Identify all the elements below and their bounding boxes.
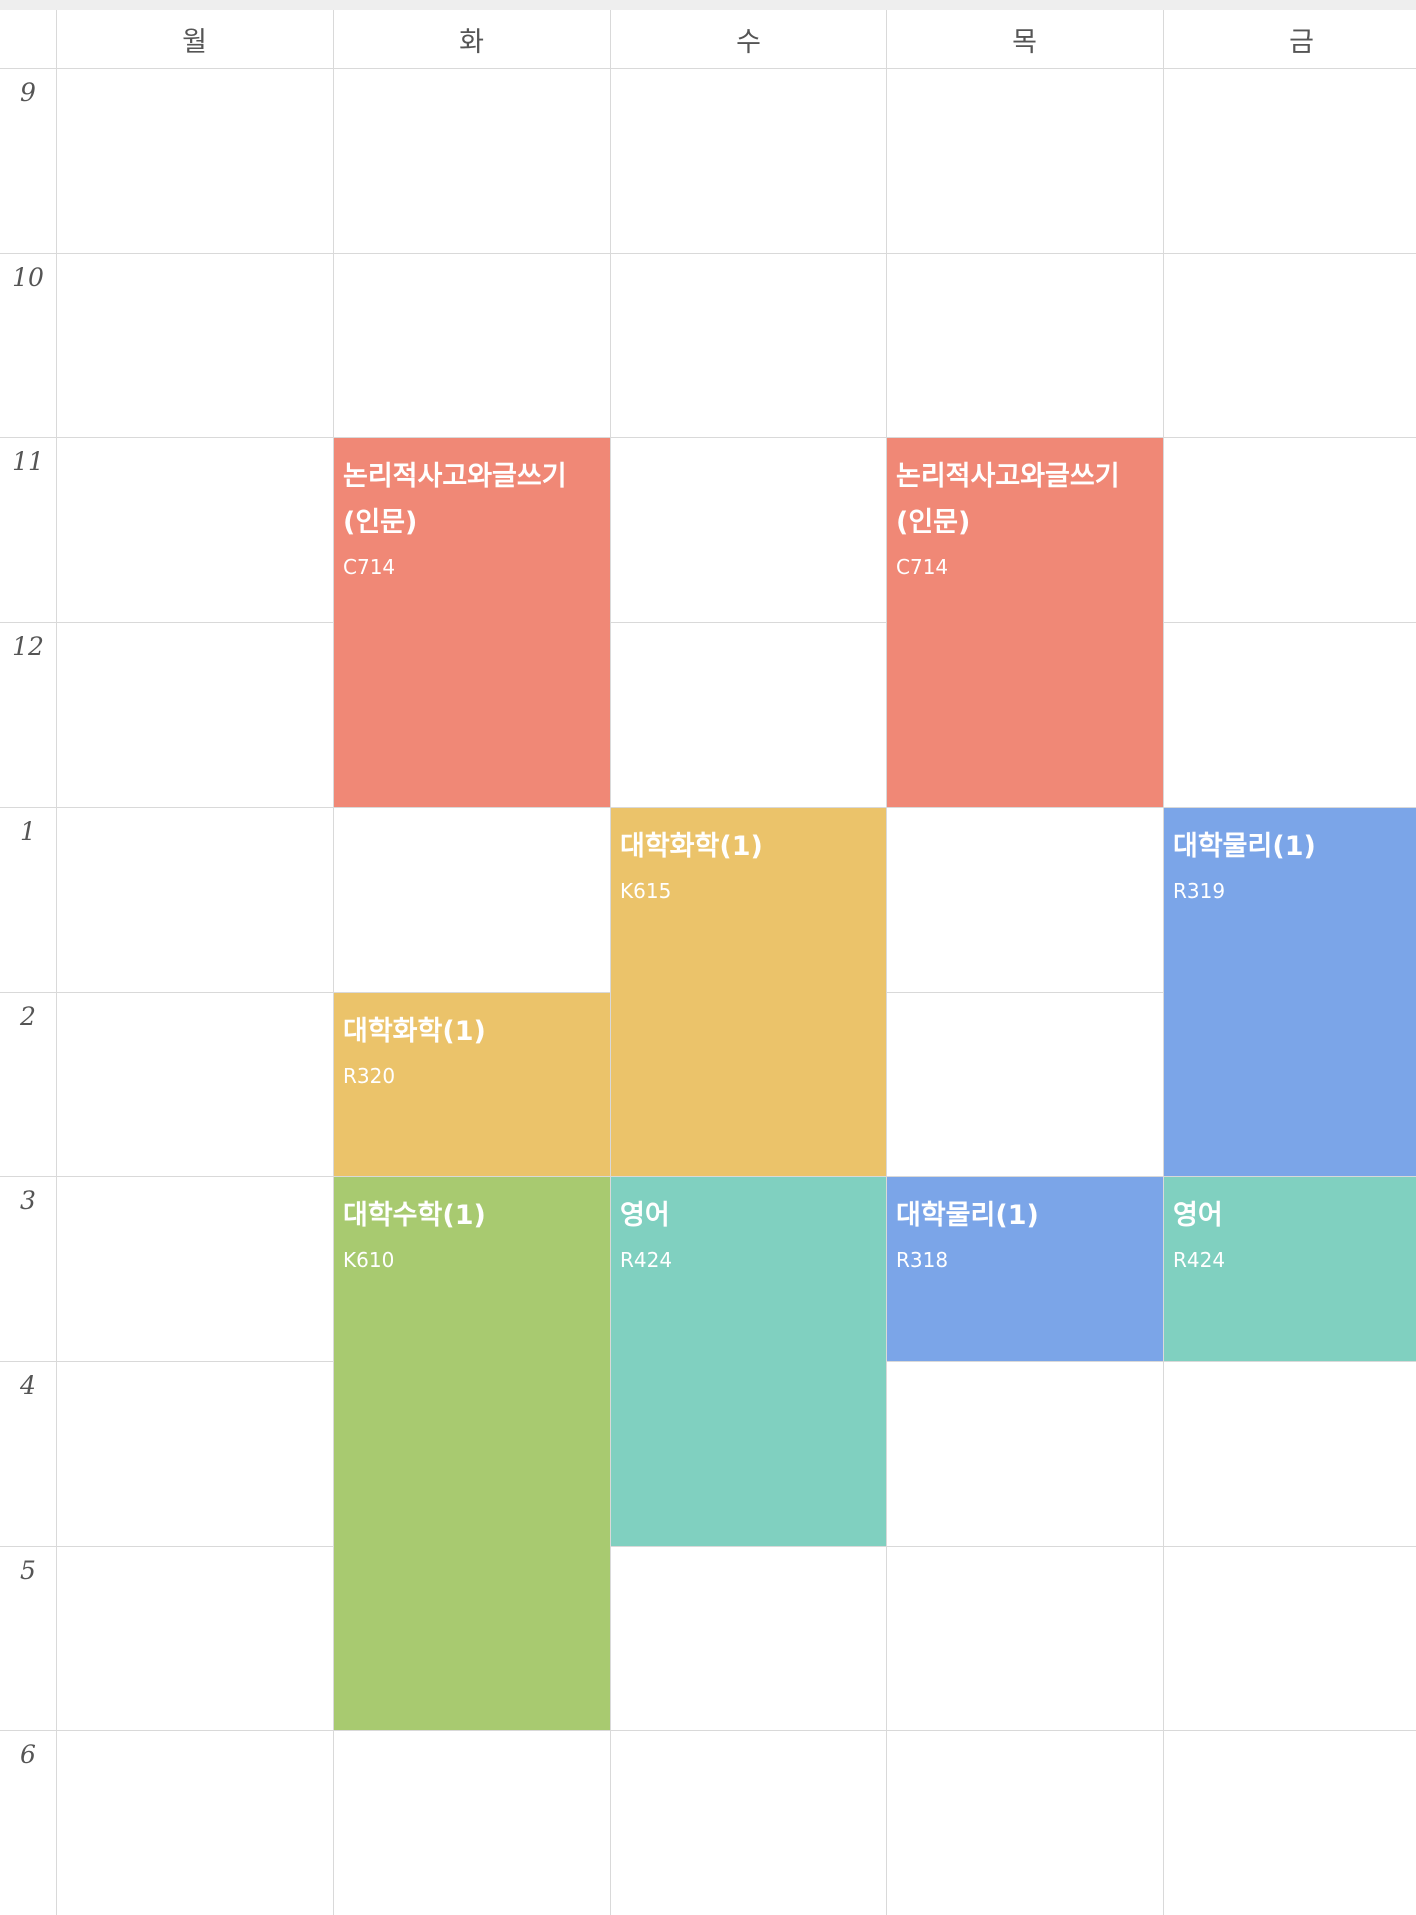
hour-label: 11 — [12, 447, 44, 476]
course-room: K615 — [620, 879, 672, 903]
course-room: K610 — [343, 1248, 395, 1272]
course-title: 대학물리(1) — [896, 1200, 1039, 1231]
course-room: R318 — [896, 1248, 949, 1272]
course-block[interactable]: 논리적사고와글쓰기 (인문) C714 — [887, 438, 1163, 807]
grid-horizontal-line — [0, 1730, 1416, 1731]
hour-label: 10 — [12, 263, 44, 292]
course-room: C714 — [343, 555, 396, 579]
hour-label: 3 — [20, 1186, 36, 1215]
course-block[interactable]: 대학화학(1) R320 — [334, 993, 610, 1176]
course-block[interactable]: 논리적사고와글쓰기 (인문) C714 — [334, 438, 610, 807]
day-header: 화 — [459, 26, 484, 58]
grid-horizontal-line — [0, 1546, 1416, 1547]
course-title: 대학물리(1) — [1173, 831, 1316, 862]
timetable: 월화수목금 9 10 11 12 1 2 3 4 5 6 논리적사고와글쓰기 (인문) C714 논리… — [0, 0, 1416, 1915]
grid-vertical-line — [56, 10, 57, 1915]
course-block[interactable]: 영어 R424 — [1164, 1177, 1416, 1361]
hour-label: 1 — [20, 817, 36, 846]
grid-horizontal-line — [0, 622, 1416, 623]
course-title: 논리적사고와글쓰기 (인문) — [343, 461, 567, 538]
course-block[interactable]: 대학화학(1) K615 — [611, 808, 886, 1176]
course-room: R319 — [1173, 879, 1226, 903]
course-room: R424 — [1173, 1248, 1226, 1272]
course-title: 논리적사고와글쓰기 (인문) — [896, 461, 1120, 538]
hour-label: 5 — [20, 1556, 36, 1585]
grid-horizontal-line — [0, 68, 1416, 69]
course-block[interactable]: 대학물리(1) R318 — [887, 1177, 1163, 1361]
grid-vertical-line — [886, 10, 887, 1915]
course-title: 대학화학(1) — [620, 831, 763, 862]
course-block[interactable]: 영어 R424 — [611, 1177, 886, 1546]
course-room: C714 — [896, 555, 949, 579]
grid-horizontal-line — [0, 253, 1416, 254]
hour-label: 4 — [20, 1371, 36, 1400]
day-header: 월 — [182, 26, 207, 58]
day-header: 금 — [1289, 26, 1314, 58]
hour-label: 9 — [20, 78, 36, 107]
course-room: R424 — [620, 1248, 673, 1272]
course-title: 영어 — [620, 1200, 670, 1231]
course-block[interactable]: 대학수학(1) K610 — [334, 1177, 610, 1730]
top-bar — [0, 0, 1416, 10]
hour-label: 6 — [20, 1740, 36, 1769]
course-title: 대학화학(1) — [343, 1016, 486, 1047]
grid-horizontal-line — [0, 437, 1416, 438]
course-title: 영어 — [1173, 1200, 1223, 1231]
course-title: 대학수학(1) — [343, 1200, 486, 1231]
hour-label: 12 — [12, 632, 44, 661]
day-header: 목 — [1012, 26, 1037, 58]
day-header: 수 — [736, 26, 761, 58]
course-block[interactable]: 대학물리(1) R319 — [1164, 808, 1416, 1176]
course-room: R320 — [343, 1064, 396, 1088]
hour-label: 2 — [20, 1002, 36, 1031]
